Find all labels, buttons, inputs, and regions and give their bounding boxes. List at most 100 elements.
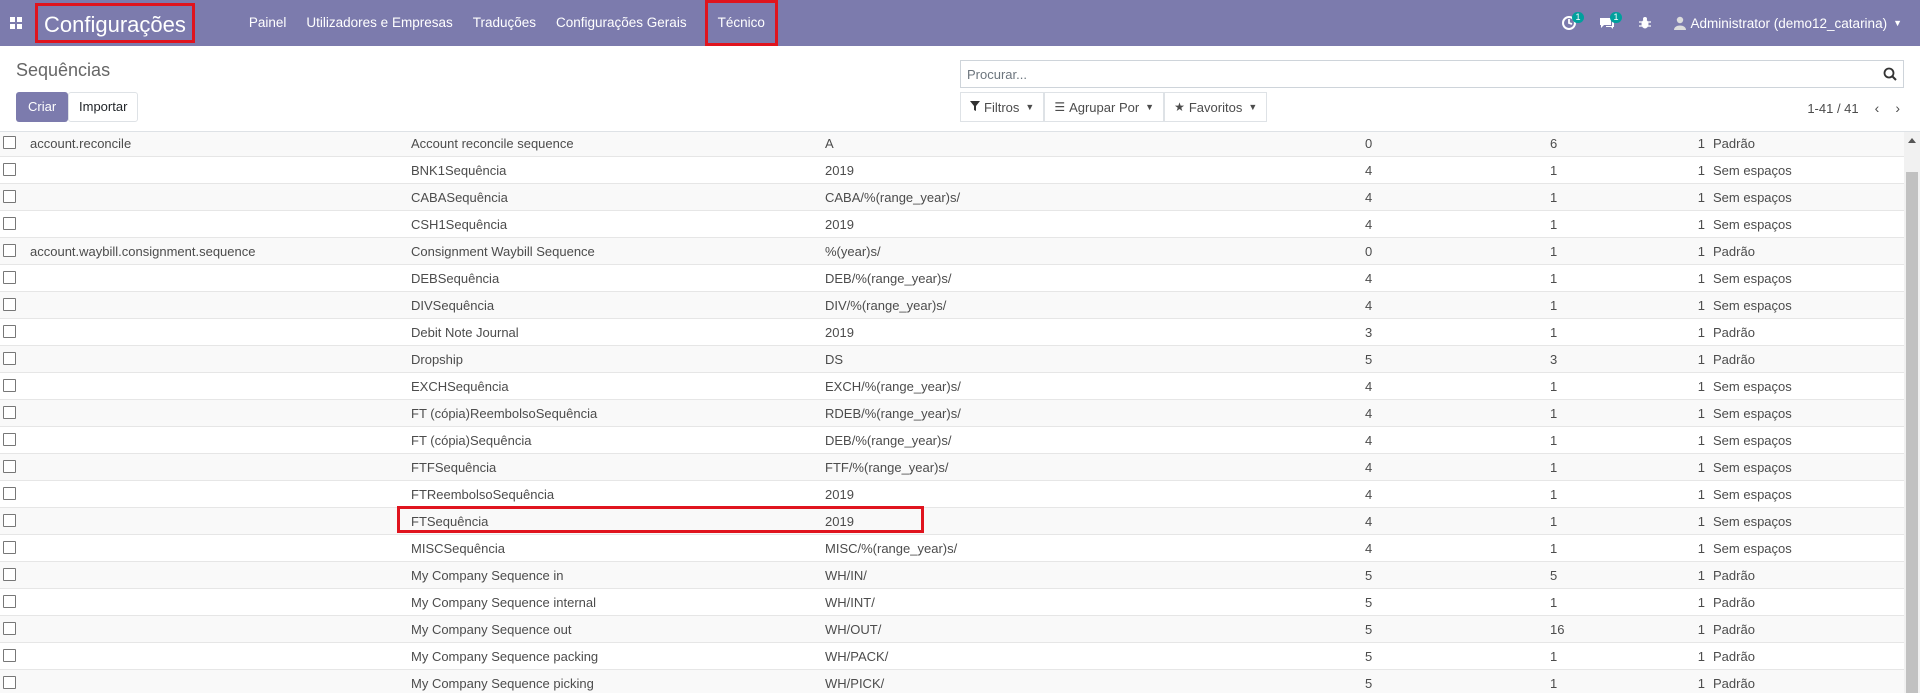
cell-name: Dropship <box>411 352 464 367</box>
row-checkbox[interactable] <box>3 541 16 554</box>
cell-implementation: Sem espaços <box>1713 406 1792 421</box>
row-checkbox[interactable] <box>3 379 16 392</box>
row-checkbox[interactable] <box>3 163 16 176</box>
table-row[interactable]: account.reconcile Account reconcile seque… <box>0 132 1904 157</box>
table-row[interactable]: account.waybill.consignment.sequence Cons… <box>0 238 1904 265</box>
cell-prefix: RDEB/%(range_year)s/ <box>825 406 961 421</box>
app-brand[interactable]: Configurações <box>35 3 195 43</box>
cell-next: 1 <box>1697 190 1705 205</box>
cell-next: 1 <box>1697 244 1705 259</box>
cell-implementation: Sem espaços <box>1713 541 1792 556</box>
cell-step: 1 <box>1550 271 1558 286</box>
cell-implementation: Sem espaços <box>1713 487 1792 502</box>
scroll-thumb[interactable] <box>1906 172 1918 693</box>
cell-next: 1 <box>1697 298 1705 313</box>
cell-name: EXCHSequência <box>411 379 509 394</box>
row-checkbox[interactable] <box>3 595 16 608</box>
table-row[interactable]: CSH1Sequência 2019 4 1 1 Sem espaços <box>0 211 1904 238</box>
chevron-left-icon[interactable]: ‹ <box>1875 100 1880 116</box>
row-checkbox[interactable] <box>3 649 16 662</box>
chevron-down-icon: ▼ <box>1248 102 1258 112</box>
table-row[interactable]: Dropship DS 5 3 1 Padrão <box>0 346 1904 373</box>
table-row[interactable]: Debit Note Journal 2019 3 1 1 Padrão <box>0 319 1904 346</box>
favorites-button[interactable]: ★ Favoritos ▼ <box>1164 92 1268 122</box>
filters-button[interactable]: Filtros ▼ <box>960 92 1045 122</box>
cell-next: 1 <box>1697 217 1705 232</box>
table-row[interactable]: My Company Sequence internal WH/INT/5 1 1 Pa… <box>0 589 1904 616</box>
row-checkbox[interactable] <box>3 325 16 338</box>
search-options: Filtros ▼ ☰ Agrupar Por ▼ ★ Favoritos ▼ <box>960 92 1268 122</box>
cell-next: 1 <box>1697 514 1705 529</box>
row-checkbox[interactable] <box>3 460 16 473</box>
table-row[interactable]: EXCHSequência EXCH/%(range_year)s/4 1 1 Sem … <box>0 373 1904 400</box>
row-checkbox[interactable] <box>3 514 16 527</box>
messages-icon[interactable]: 1 <box>1588 0 1626 46</box>
menu-painel[interactable]: Painel <box>239 0 297 46</box>
cell-prefix: FTF/%(range_year)s/ <box>825 460 949 475</box>
table-row[interactable]: CABASequência CABA/%(range_year)s/4 1 1 Sem … <box>0 184 1904 211</box>
menu-utilizadores-empresas[interactable]: Utilizadores e Empresas <box>296 0 462 46</box>
cell-padding: 4 <box>1365 460 1373 475</box>
bug-icon[interactable] <box>1626 0 1664 46</box>
menu-configuracoes-gerais[interactable]: Configurações Gerais <box>546 0 697 46</box>
row-checkbox[interactable] <box>3 433 16 446</box>
table-row[interactable]: MISCSequência MISC/%(range_year)s/4 1 1 Sem … <box>0 535 1904 562</box>
cell-name: MISCSequência <box>411 541 505 556</box>
cell-prefix: %(year)s/ <box>825 244 881 259</box>
top-navbar: Configurações Painel Utilizadores e Empr… <box>0 0 1920 46</box>
table-row[interactable]: FTReembolsoSequência 2019 4 1 1 Sem espaços <box>0 481 1904 508</box>
table-row[interactable]: FTFSequência FTF/%(range_year)s/4 1 1 Sem es… <box>0 454 1904 481</box>
row-checkbox[interactable] <box>3 622 16 635</box>
scroll-up-icon[interactable] <box>1908 138 1916 143</box>
group-by-button[interactable]: ☰ Agrupar Por ▼ <box>1044 92 1165 122</box>
table-row[interactable]: My Company Sequence out WH/OUT/5 16 1 Padrão <box>0 616 1904 643</box>
cell-name: CABASequência <box>411 190 508 205</box>
cell-padding: 4 <box>1365 433 1373 448</box>
row-checkbox[interactable] <box>3 352 16 365</box>
row-checkbox[interactable] <box>3 487 16 500</box>
table-row[interactable]: My Company Sequence packing WH/PACK/5 1 1 Pa… <box>0 643 1904 670</box>
cell-name: Debit Note Journal <box>411 325 519 340</box>
table-row[interactable]: FTSequência 2019 4 1 1 Sem espaços <box>0 506 1904 535</box>
scrollbar[interactable] <box>1904 132 1920 693</box>
row-checkbox[interactable] <box>3 271 16 284</box>
cell-prefix: A <box>825 136 834 151</box>
pager-value[interactable]: 1-41 / 41 <box>1807 101 1858 116</box>
row-checkbox[interactable] <box>3 136 16 149</box>
pager: 1-41 / 41 ‹ › <box>1807 100 1900 116</box>
apps-menu-icon[interactable] <box>0 0 32 46</box>
table-row[interactable]: BNK1Sequência 2019 4 1 1 Sem espaços <box>0 157 1904 184</box>
row-checkbox[interactable] <box>3 676 16 689</box>
activity-icon[interactable]: 1 <box>1550 0 1588 46</box>
cell-name: My Company Sequence picking <box>411 676 594 691</box>
import-button[interactable]: Importar <box>68 92 139 122</box>
menu-tecnico[interactable]: Técnico <box>704 0 778 46</box>
cell-prefix: DS <box>825 352 844 367</box>
user-menu[interactable]: Administrator (demo12_catarina) ▼ <box>1674 16 1902 31</box>
row-checkbox[interactable] <box>3 298 16 311</box>
cell-prefix: WH/PICK/ <box>825 676 885 691</box>
chevron-right-icon[interactable]: › <box>1895 100 1900 116</box>
filter-icon <box>970 100 980 114</box>
cell-name: DIVSequência <box>411 298 495 313</box>
cell-name: FT (cópia)Sequência <box>411 433 532 448</box>
cell-name: CSH1Sequência <box>411 217 508 232</box>
cell-padding: 4 <box>1365 298 1373 313</box>
table-row[interactable]: DEBSequência DEB/%(range_year)s/4 1 1 Sem es… <box>0 265 1904 292</box>
row-checkbox[interactable] <box>3 190 16 203</box>
row-checkbox[interactable] <box>3 217 16 230</box>
search-input[interactable] <box>961 61 1877 87</box>
menu-traducoes[interactable]: Traduções <box>463 0 546 46</box>
row-checkbox[interactable] <box>3 568 16 581</box>
create-button[interactable]: Criar <box>16 92 69 122</box>
table-row[interactable]: FT (cópia)ReembolsoSequência RDEB/%(range… <box>0 400 1904 427</box>
table-row[interactable]: My Company Sequence picking WH/PICK/5 1 1 Pa… <box>0 670 1904 693</box>
cell-code: account.reconcile <box>30 136 132 151</box>
row-checkbox[interactable] <box>3 244 16 257</box>
search-icon[interactable] <box>1877 61 1903 87</box>
table-row[interactable]: FT (cópia)Sequência DEB/%(range_year)s/4 1… <box>0 427 1904 454</box>
table-row[interactable]: My Company Sequence in WH/IN/5 5 1 Padrão <box>0 562 1904 589</box>
table-row[interactable]: DIVSequência DIV/%(range_year)s/4 1 1 Sem es… <box>0 292 1904 319</box>
cell-implementation: Sem espaços <box>1713 460 1792 475</box>
row-checkbox[interactable] <box>3 406 16 419</box>
